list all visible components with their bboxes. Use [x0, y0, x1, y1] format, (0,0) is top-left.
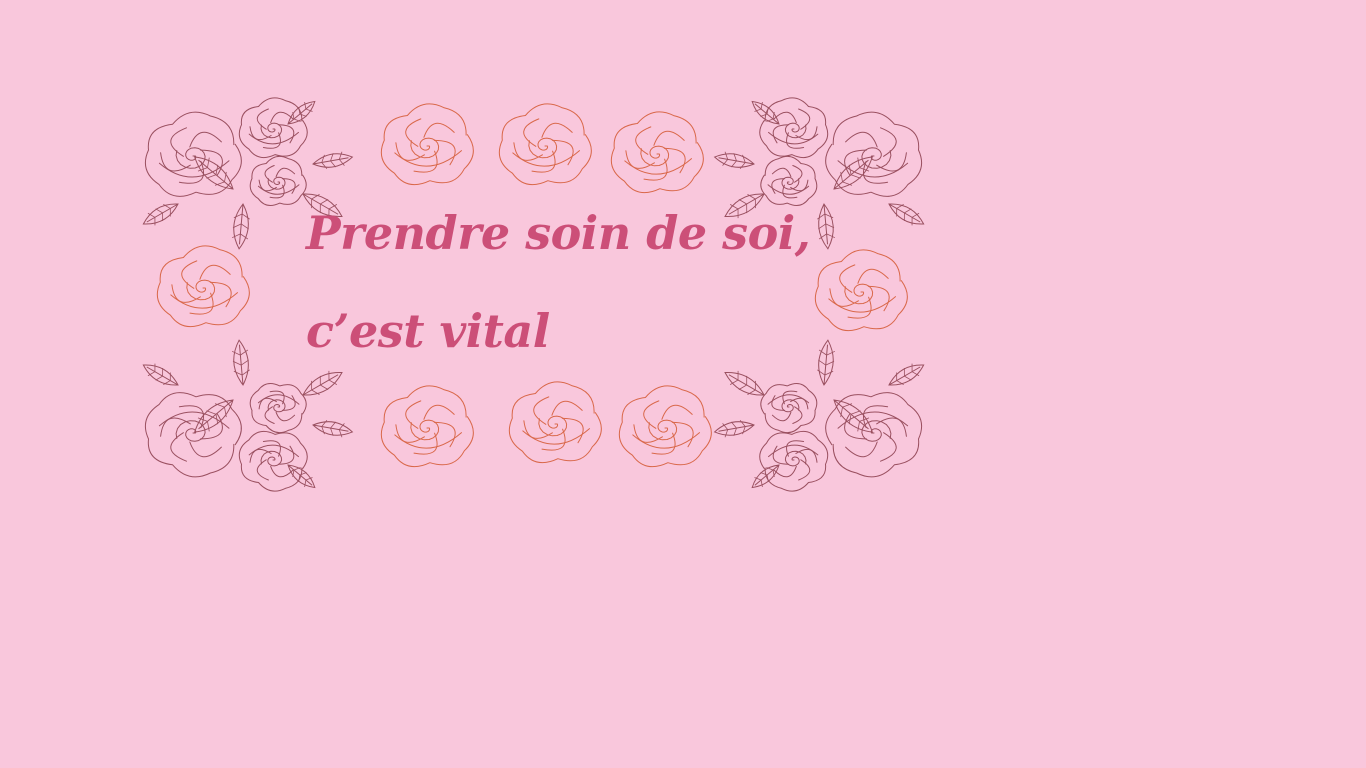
rose-icon	[808, 242, 914, 348]
quote-line-2: c’est vital	[306, 304, 550, 358]
rose-icon	[374, 378, 480, 484]
rose-icon	[604, 104, 710, 210]
rose-icon	[150, 238, 256, 344]
poster-canvas: Prendre soin de soi, c’est vital	[0, 0, 1366, 768]
rose-icon	[374, 96, 480, 202]
rose-bouquet-icon	[713, 330, 929, 495]
rose-icon	[502, 374, 608, 480]
rose-icon	[492, 96, 598, 202]
rose-icon	[612, 378, 718, 484]
quote-line-1: Prendre soin de soi,	[306, 206, 811, 260]
